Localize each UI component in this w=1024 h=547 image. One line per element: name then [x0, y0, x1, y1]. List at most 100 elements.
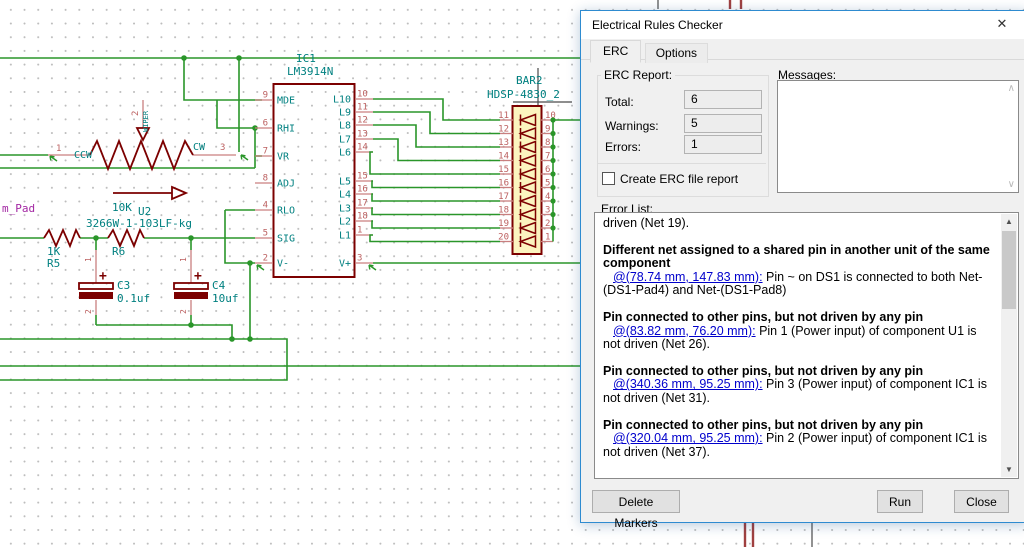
bar2-ref: BAR2	[516, 74, 543, 87]
svg-text:6: 6	[545, 165, 550, 175]
run-button[interactable]: Run	[877, 490, 923, 513]
error-heading: Pin connected to other pins, but not dri…	[603, 417, 924, 432]
messages-box[interactable]: ∧ ∨	[777, 80, 1019, 193]
svg-text:V-: V-	[277, 259, 289, 270]
svg-text:5: 5	[263, 229, 268, 239]
error-location-link[interactable]: @(340.36 mm, 95.25 mm):	[613, 377, 763, 392]
chevron-up-icon[interactable]: ∧	[1008, 83, 1015, 94]
svg-text:L4: L4	[339, 190, 351, 201]
svg-text:8: 8	[545, 138, 550, 148]
net-label-m-pad[interactable]: m_Pad	[2, 202, 35, 215]
pot-pin2-number: 2	[131, 111, 141, 116]
error-detail: @(320.04 mm, 95.25 mm): Pin 2 (Power inp…	[603, 431, 995, 459]
close-icon[interactable]: ✕	[992, 16, 1012, 34]
svg-text:3: 3	[357, 254, 362, 264]
svg-text:MDE: MDE	[277, 96, 295, 107]
erc-dialog: Electrical Rules Checker ✕ ERC Options E…	[580, 10, 1024, 530]
svg-text:9: 9	[545, 125, 550, 135]
svg-text:SIG: SIG	[277, 234, 295, 245]
error-list-content[interactable]: driven (Net 19). Different net assigned …	[595, 213, 1001, 478]
erc-marker-arrows[interactable]	[49, 154, 377, 271]
svg-text:13: 13	[357, 130, 368, 140]
c4-pin1: 1	[179, 257, 188, 262]
svg-text:18: 18	[498, 206, 509, 216]
svg-text:14: 14	[357, 143, 368, 153]
error-location-link[interactable]: @(320.04 mm, 95.25 mm):	[613, 431, 763, 445]
svg-text:17: 17	[357, 199, 368, 209]
potentiometer-symbol[interactable]: 1 2 3 CCW CW WIPER 10K U2 3266W-1-103LF-…	[48, 100, 236, 230]
svg-text:12: 12	[498, 125, 509, 135]
r6-symbol[interactable]: R6	[107, 227, 145, 258]
warnings-field[interactable]: 5	[684, 114, 762, 133]
svg-text:L5: L5	[339, 177, 351, 188]
svg-text:L1: L1	[339, 231, 351, 242]
svg-text:VR: VR	[277, 152, 290, 163]
errors-field[interactable]: 1	[684, 135, 762, 154]
error-detail: @(78.74 mm, 147.83 mm): Pin ~ on DS1 is …	[603, 270, 995, 298]
error-detail: @(83.82 mm, 76.20 mm): Pin 1 (Power inpu…	[603, 324, 995, 352]
svg-text:7: 7	[263, 147, 268, 157]
tab-erc[interactable]: ERC	[590, 40, 642, 63]
close-button[interactable]: Close	[954, 490, 1009, 513]
warnings-label: Warnings:	[605, 119, 659, 133]
svg-text:L8: L8	[339, 121, 351, 132]
delete-markers-button[interactable]: Delete Markers	[592, 490, 680, 530]
c4-symbol[interactable]: + 1 2 C4 10uf	[173, 250, 239, 315]
svg-text:15: 15	[498, 165, 509, 175]
error-location-link[interactable]: @(83.82 mm, 76.20 mm):	[613, 324, 756, 338]
total-field[interactable]: 6	[684, 90, 762, 109]
svg-text:V+: V+	[339, 259, 351, 270]
create-erc-file-report-label: Create ERC file report	[620, 172, 739, 186]
c4-value: 10uf	[212, 292, 239, 305]
c4-pin2: 2	[179, 309, 188, 314]
dialog-titlebar[interactable]: Electrical Rules Checker ✕	[581, 11, 1024, 39]
c3-pin1: 1	[84, 257, 93, 262]
ic1-ref: IC1	[296, 52, 316, 65]
svg-text:19: 19	[498, 219, 509, 229]
pot-pin3-number: 3	[220, 143, 225, 153]
tab-options[interactable]: Options	[644, 43, 709, 63]
error-location-link[interactable]: @(78.74 mm, 147.83 mm):	[613, 270, 763, 284]
error-heading: Pin connected to other pins, but not dri…	[603, 309, 924, 324]
c3-symbol[interactable]: + 1 2 C3 0.1uf	[78, 250, 150, 315]
svg-text:16: 16	[357, 185, 368, 195]
groupbox-separator	[598, 163, 766, 164]
error-continuation-text: driven (Net 19).	[603, 216, 690, 230]
c3-ref: C3	[117, 279, 130, 292]
svg-text:12: 12	[357, 116, 368, 126]
svg-text:5: 5	[545, 179, 550, 189]
bar2-value: HDSP-4830_2	[487, 88, 560, 101]
svg-text:11: 11	[498, 111, 509, 121]
c4-plus-icon: +	[194, 269, 202, 284]
scroll-up-icon[interactable]: ▲	[1001, 214, 1017, 229]
scrollbar-thumb[interactable]	[1002, 231, 1016, 309]
svg-text:ADJ: ADJ	[277, 179, 295, 190]
errors-label: Errors:	[605, 140, 641, 154]
c3-pin2: 2	[84, 309, 93, 314]
svg-text:14: 14	[498, 152, 509, 162]
direction-arrow-icon	[113, 185, 189, 201]
pot-pin1-number: 1	[56, 144, 61, 154]
c3-plus-icon: +	[99, 269, 107, 284]
error-list-scrollbar[interactable]: ▲ ▼	[1001, 214, 1017, 477]
svg-text:2: 2	[545, 219, 550, 229]
svg-text:20: 20	[498, 233, 509, 243]
svg-text:17: 17	[498, 192, 509, 202]
pot-ccw-label: CCW	[74, 150, 93, 161]
r5-symbol[interactable]: 1K R5	[43, 227, 81, 270]
svg-text:10: 10	[357, 90, 368, 100]
create-erc-file-report-checkbox[interactable]	[602, 172, 615, 185]
svg-text:8: 8	[263, 174, 268, 184]
svg-text:L9: L9	[339, 108, 351, 119]
ic1-value: LM3914N	[287, 65, 333, 78]
svg-text:3: 3	[545, 206, 550, 216]
svg-text:L7: L7	[339, 135, 351, 146]
svg-text:4: 4	[545, 192, 550, 202]
pot-resistance: 10K	[112, 201, 132, 214]
erc-report-label: ERC Report:	[601, 68, 676, 82]
svg-text:RLO: RLO	[277, 206, 295, 217]
chevron-down-icon[interactable]: ∨	[1008, 179, 1015, 190]
error-list-box[interactable]: driven (Net 19). Different net assigned …	[594, 212, 1019, 479]
scroll-down-icon[interactable]: ▼	[1001, 462, 1017, 477]
svg-text:L10: L10	[333, 95, 351, 106]
